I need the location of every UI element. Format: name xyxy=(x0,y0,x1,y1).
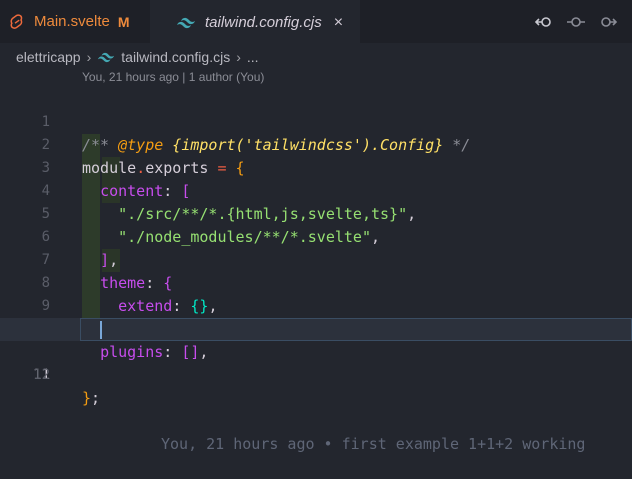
code-line: 10 plugins: [], xyxy=(0,295,632,361)
code-line-current: 11 }; You, 21 hours ago • first example … xyxy=(0,318,632,453)
code-line: 2 module.exports = { xyxy=(0,111,632,177)
svelte-icon xyxy=(10,13,23,29)
tab-label: Main.svelte xyxy=(34,13,110,30)
go-back-icon[interactable] xyxy=(534,12,554,32)
breadcrumb-root[interactable]: elettricapp xyxy=(16,49,81,65)
git-commit-icon[interactable] xyxy=(566,12,586,32)
close-icon[interactable]: × xyxy=(334,14,343,32)
inline-git-blame: You, 21 hours ago • first example 1+1+2 … xyxy=(161,435,586,453)
code-line: 4 "./src/**/*.{html,js,svelte,ts}", xyxy=(0,157,632,223)
code-line: 3 content: [ xyxy=(0,134,632,200)
line-content: }; xyxy=(82,389,101,407)
breadcrumb-more[interactable]: ... xyxy=(247,49,259,65)
code-line: 8 extend: {}, xyxy=(0,249,632,315)
tab-bar: Main.svelte M tailwind.config.cjs × xyxy=(0,0,632,44)
code-line: 7 theme: { xyxy=(0,226,632,292)
tab-main-svelte[interactable]: Main.svelte M xyxy=(0,0,150,43)
editor-actions xyxy=(534,12,618,32)
current-line-highlight xyxy=(80,318,632,341)
chevron-right-icon: › xyxy=(236,49,241,65)
codelens-blame-summary[interactable]: You, 21 hours ago | 1 author (You) xyxy=(82,70,264,84)
breadcrumb: elettricapp › tailwind.config.cjs › ... xyxy=(16,47,259,67)
breadcrumb-file[interactable]: tailwind.config.cjs xyxy=(121,49,230,65)
text-cursor xyxy=(100,321,102,339)
code-line: 5 "./node_modules/**/*.svelte", xyxy=(0,180,632,246)
code-line: 12 xyxy=(0,341,632,383)
tailwind-icon xyxy=(177,17,195,28)
code-line: 1 /** @type {import('tailwindcss').Confi… xyxy=(0,88,632,154)
chevron-right-icon: › xyxy=(86,49,92,65)
code-editor[interactable]: 1 /** @type {import('tailwindcss').Confi… xyxy=(0,88,632,453)
tab-tailwind-config[interactable]: tailwind.config.cjs × xyxy=(150,0,360,44)
modified-badge: M xyxy=(117,13,130,30)
line-number: 12 xyxy=(33,367,50,383)
tab-label: tailwind.config.cjs xyxy=(205,14,322,31)
code-line: 9 }, xyxy=(0,272,632,338)
tailwind-icon xyxy=(98,52,115,62)
code-line: 6 ], xyxy=(0,203,632,269)
go-forward-icon[interactable] xyxy=(598,12,618,32)
